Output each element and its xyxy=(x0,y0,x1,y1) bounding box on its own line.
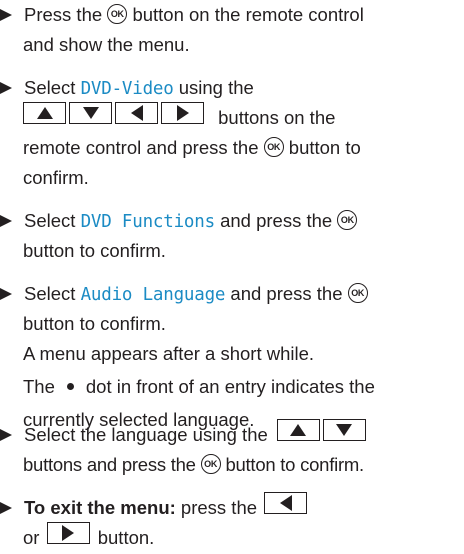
step-4-line-4: The dot in front of an entry indicates th… xyxy=(23,376,375,397)
down-arrow-icon xyxy=(336,424,353,437)
bullet-arrow-icon xyxy=(0,288,12,300)
step-4-line-1: Select Audio Language and press the OK xyxy=(24,279,368,310)
menu-item-audio-language: Audio Language xyxy=(80,285,226,305)
step-2-line-3: remote control and press the OK button t… xyxy=(23,137,361,158)
arrow-keys xyxy=(276,419,369,449)
left-arrow-icon xyxy=(279,495,292,512)
bullet-arrow-icon xyxy=(0,9,12,21)
left-key xyxy=(115,102,158,125)
step-1-line-1: Press the OK button on the remote contro… xyxy=(24,4,364,25)
step-4-line-3: A menu appears after a short while. xyxy=(23,343,315,364)
right-arrow-icon xyxy=(176,105,189,122)
menu-item-dvd-video: DVD-Video xyxy=(80,79,174,99)
up-arrow-icon xyxy=(36,107,53,120)
ok-button-icon: OK xyxy=(200,454,221,475)
step-3-line-1: Select DVD Functions and press the OK xyxy=(24,206,358,237)
step-5-line-1: Select the language using the xyxy=(24,419,369,451)
ok-button-icon: OK xyxy=(347,283,368,304)
ok-button-icon: OK xyxy=(263,137,284,158)
left-key xyxy=(264,492,308,515)
left-key-group xyxy=(264,492,310,522)
right-key xyxy=(161,102,204,125)
up-key xyxy=(23,102,66,125)
ok-button-icon: OK xyxy=(107,4,128,25)
step-3-line-2: button to confirm. xyxy=(23,240,166,261)
step-6-line-2: or button. xyxy=(23,522,154,554)
right-arrow-icon xyxy=(62,525,75,542)
left-arrow-icon xyxy=(130,105,143,122)
step-1-line-2: and show the menu. xyxy=(23,34,190,55)
step-5-line-2: buttons and press the OK button to confi… xyxy=(23,454,364,475)
exit-menu-heading: To exit the menu: xyxy=(24,497,176,518)
step-2-line-4: confirm. xyxy=(23,167,89,188)
down-arrow-icon xyxy=(82,107,99,120)
right-key xyxy=(46,522,90,545)
bullet-arrow-icon xyxy=(0,215,12,227)
selection-dot-icon xyxy=(66,382,74,390)
step-2-line-2: buttons on the xyxy=(23,102,335,134)
up-arrow-icon xyxy=(290,424,307,437)
ok-button-icon: OK xyxy=(337,210,358,231)
menu-item-dvd-functions: DVD Functions xyxy=(80,212,216,232)
up-key xyxy=(276,419,320,442)
arrow-keys xyxy=(23,102,207,132)
step-2-line-1: Select DVD-Video using the xyxy=(24,77,254,99)
down-key xyxy=(322,419,366,442)
bullet-arrow-icon xyxy=(0,82,12,94)
down-key xyxy=(69,102,112,125)
instruction-page: Press the OK button on the remote contro… xyxy=(0,0,464,553)
bullet-arrow-icon xyxy=(0,502,12,514)
step-4-line-2: button to confirm. xyxy=(23,313,166,334)
step-6-line-1: To exit the menu: press the xyxy=(24,492,310,524)
bullet-arrow-icon xyxy=(0,429,12,441)
right-key-group xyxy=(46,522,93,552)
